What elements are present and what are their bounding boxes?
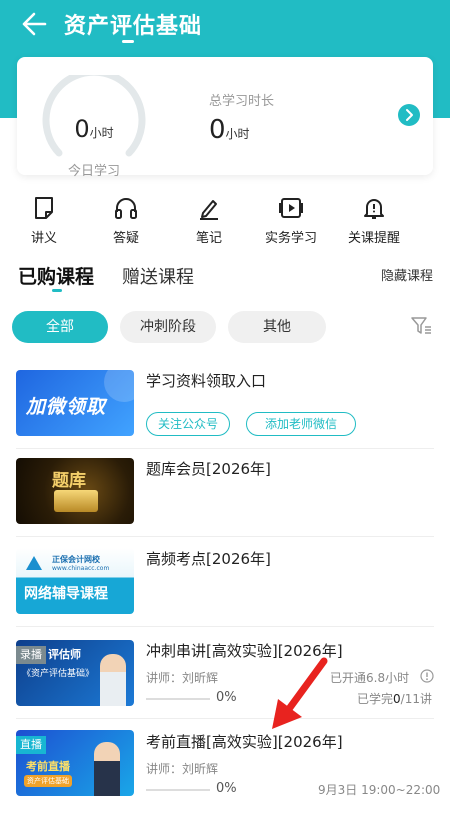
thumbnail-brand: 正保会计网校 — [52, 555, 100, 564]
thumbnail-url: www.chinaacc.com — [52, 565, 110, 572]
pen-icon — [200, 200, 218, 220]
thumbnail-text: 加微领取 — [26, 396, 107, 418]
divider — [16, 536, 434, 537]
thumbnail-book-shape — [54, 490, 98, 512]
completed-count: 0 — [393, 692, 401, 706]
live-badge: 直播 — [16, 736, 46, 754]
play-icon — [279, 198, 303, 218]
today-value-unit: 小时 — [89, 126, 114, 140]
course-title: 学习资料领取入口 — [146, 372, 267, 390]
tab-gift-courses[interactable]: 赠送课程 — [122, 263, 194, 289]
feature-qa[interactable]: 答疑 — [86, 190, 166, 250]
teacher-name: 讲师：刘昕辉 — [146, 671, 219, 685]
thumbnail-line2: 资产评估基础 — [24, 775, 72, 787]
completed-prefix: 已学完 — [357, 692, 394, 706]
thumbnail-line1: 考前直播 — [26, 760, 70, 773]
tab-active-indicator — [52, 289, 62, 292]
info-icon[interactable] — [420, 669, 434, 683]
stats-detail-button[interactable] — [398, 104, 420, 126]
tab-bought-courses[interactable]: 已购课程 — [18, 262, 94, 289]
document-icon — [35, 197, 53, 219]
total-study-value: 0小时 — [209, 115, 250, 145]
course-thumbnail: 直播 考前直播 资产评估基础 — [16, 730, 134, 796]
today-study-gauge: 0小时 今日学习 — [39, 68, 149, 179]
divider — [16, 718, 434, 719]
course-thumbnail: 加微领取 — [16, 370, 134, 436]
chevron-right-icon — [406, 109, 413, 121]
today-study-label: 今日学习 — [67, 164, 120, 179]
thumbnail-line1: 评估师 — [48, 648, 81, 661]
filter-sprint-chip[interactable]: 冲刺阶段 — [120, 311, 216, 343]
course-tabs: 已购课程 赠送课程 隐藏课程 — [0, 258, 450, 298]
teacher-photo — [94, 742, 120, 796]
filter-chips: 全部 冲刺阶段 其他 — [0, 311, 450, 347]
follow-official-account-button[interactable]: 关注公众号 — [146, 412, 230, 436]
filter-icon[interactable] — [410, 315, 432, 337]
course-title: 题库会员[2026年] — [146, 460, 271, 478]
feature-practice[interactable]: 实务学习 — [251, 190, 331, 250]
feature-qa-label: 答疑 — [112, 231, 139, 246]
feature-reminder[interactable]: 关课提醒 — [334, 190, 414, 250]
course-thumbnail: 正保会计网校 www.chinaacc.com 网络辅导课程 — [16, 548, 134, 614]
course-title: 高频考点[2026年] — [146, 550, 271, 568]
feature-handout-label: 讲义 — [30, 231, 57, 246]
today-value-number: 0 — [74, 115, 90, 143]
logo-icon — [26, 556, 42, 570]
course-thumbnail: 题库 — [16, 458, 134, 524]
feature-notes-label: 笔记 — [195, 231, 222, 246]
total-value-number: 0 — [209, 115, 226, 145]
feature-notes[interactable]: 笔记 — [169, 190, 249, 250]
annotation-arrow-icon — [272, 657, 328, 729]
live-schedule: 9月3日 19:00~22:00 — [318, 783, 441, 797]
feature-reminder-label: 关课提醒 — [347, 231, 400, 246]
thumbnail-text: 网络辅导课程 — [24, 586, 108, 602]
total-study-label: 总学习时长 — [209, 94, 275, 109]
recorded-badge: 录播 — [16, 646, 46, 664]
teacher-name: 讲师：刘昕辉 — [146, 762, 219, 776]
feature-practice-label: 实务学习 — [264, 231, 317, 246]
teacher-photo — [100, 654, 126, 706]
divider — [16, 626, 434, 627]
bell-icon — [364, 199, 384, 219]
opened-hours: 已开通6.8小时 — [330, 671, 410, 685]
study-stats-card: 0小时 今日学习 总学习时长 0小时 — [17, 57, 433, 179]
add-teacher-wechat-button[interactable]: 添加老师微信 — [246, 412, 356, 436]
headphones-icon — [115, 198, 137, 219]
progress-percent: 0% — [216, 781, 237, 796]
progress-bar — [146, 789, 210, 791]
filter-all-chip[interactable]: 全部 — [12, 311, 108, 343]
progress-bar — [146, 698, 210, 700]
completed-suffix: /11讲 — [400, 692, 432, 706]
lessons-completed: 已学完0/11讲 — [357, 690, 432, 707]
total-value-unit: 小时 — [225, 127, 250, 141]
title-indicator — [122, 40, 134, 43]
divider — [16, 448, 434, 449]
page-title: 资产评估基础 — [64, 14, 203, 39]
feature-shortcuts: 讲义 答疑 笔记 实务学习 关课提醒 — [0, 190, 450, 250]
thumbnail-text: 题库 — [52, 471, 86, 491]
back-arrow-icon[interactable] — [20, 10, 48, 38]
progress-percent: 0% — [216, 690, 237, 705]
today-study-value: 0小时 — [39, 115, 149, 143]
thumbnail-line2: 《资产评估基础》 — [22, 669, 95, 679]
hide-courses-link[interactable]: 隐藏课程 — [381, 265, 433, 284]
course-thumbnail: 录播 评估师 《资产评估基础》 — [16, 640, 134, 706]
filter-other-chip[interactable]: 其他 — [228, 311, 326, 343]
thumbnail-decoration — [104, 370, 134, 402]
feature-handout[interactable]: 讲义 — [4, 190, 84, 250]
